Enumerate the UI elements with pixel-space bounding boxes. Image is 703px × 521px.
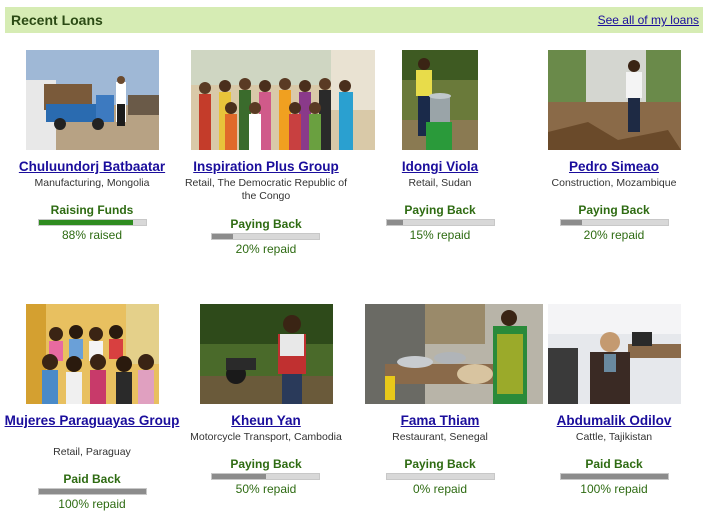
borrower-name-link[interactable]: Chuluundorj Batbaatar (4, 159, 180, 175)
progress-bar (386, 219, 495, 226)
progress-bar (211, 233, 320, 240)
progress-bar-fill (387, 220, 404, 225)
progress-text: 50% repaid (235, 482, 297, 496)
loan-photo[interactable] (26, 50, 159, 150)
borrower-name-link[interactable]: Kheun Yan (178, 413, 354, 429)
progress-bar-fill (561, 474, 668, 479)
borrower-sector-country: Retail, Sudan (408, 177, 472, 189)
progress-bar-fill (212, 474, 266, 479)
borrower-name-link[interactable]: Inspiration Plus Group (178, 159, 354, 175)
progress-bar-fill (39, 220, 134, 225)
borrower-sector-country: Retail, The Democratic Republic of the C… (184, 177, 348, 202)
progress-text: 20% repaid (583, 228, 645, 242)
progress-bar-fill (212, 234, 234, 239)
loan-status: Paid Back (63, 472, 121, 486)
loan-status: Paying Back (404, 203, 476, 217)
loan-photo[interactable] (26, 304, 159, 404)
borrower-sector-country: Construction, Mozambique (551, 177, 677, 189)
borrower-sector-country: Motorcycle Transport, Cambodia (190, 431, 342, 443)
loan-status: Raising Funds (50, 203, 134, 217)
progress-text: 20% repaid (235, 242, 297, 256)
progress-bar (560, 473, 669, 480)
progress-text: 88% raised (61, 228, 123, 242)
section-title: Recent Loans (11, 12, 103, 28)
borrower-sector-country: Retail, Paraguay (53, 446, 131, 458)
progress-bar (38, 488, 147, 495)
loan-photo[interactable] (200, 304, 333, 404)
borrower-sector-country: Restaurant, Senegal (392, 431, 488, 443)
loan-photo[interactable] (402, 50, 478, 150)
loan-photo[interactable] (548, 304, 681, 404)
borrower-name-link[interactable]: Pedro Simeao (526, 159, 702, 175)
loan-status: Paying Back (230, 457, 302, 471)
loan-photo[interactable] (365, 304, 543, 404)
progress-bar-fill (561, 220, 583, 225)
progress-bar (560, 219, 669, 226)
borrower-sector-country: Manufacturing, Mongolia (34, 177, 150, 189)
loan-status: Paying Back (578, 203, 650, 217)
borrower-name-link[interactable]: Mujeres Paraguayas Group (4, 413, 180, 429)
progress-text: 15% repaid (409, 228, 471, 242)
progress-bar (211, 473, 320, 480)
progress-text: 100% repaid (58, 497, 126, 511)
loan-status: Paid Back (585, 457, 643, 471)
progress-bar (386, 473, 495, 480)
progress-bar (38, 219, 147, 226)
borrower-name-link[interactable]: Fama Thiam (352, 413, 528, 429)
borrower-name-link[interactable]: Idongi Viola (352, 159, 528, 175)
progress-text: 100% repaid (580, 482, 648, 496)
see-all-loans-link[interactable]: See all of my loans (598, 13, 699, 27)
recent-loans-header: Recent Loans See all of my loans (5, 7, 703, 33)
loan-status: Paying Back (404, 457, 476, 471)
loan-photo[interactable] (191, 50, 375, 150)
loan-photo[interactable] (548, 50, 681, 150)
borrower-name-link[interactable]: Abdumalik Odilov (526, 413, 702, 429)
progress-bar-fill (39, 489, 146, 494)
borrower-sector-country: Cattle, Tajikistan (575, 431, 653, 443)
progress-text: 0% repaid (412, 482, 468, 496)
loan-status: Paying Back (230, 217, 302, 231)
